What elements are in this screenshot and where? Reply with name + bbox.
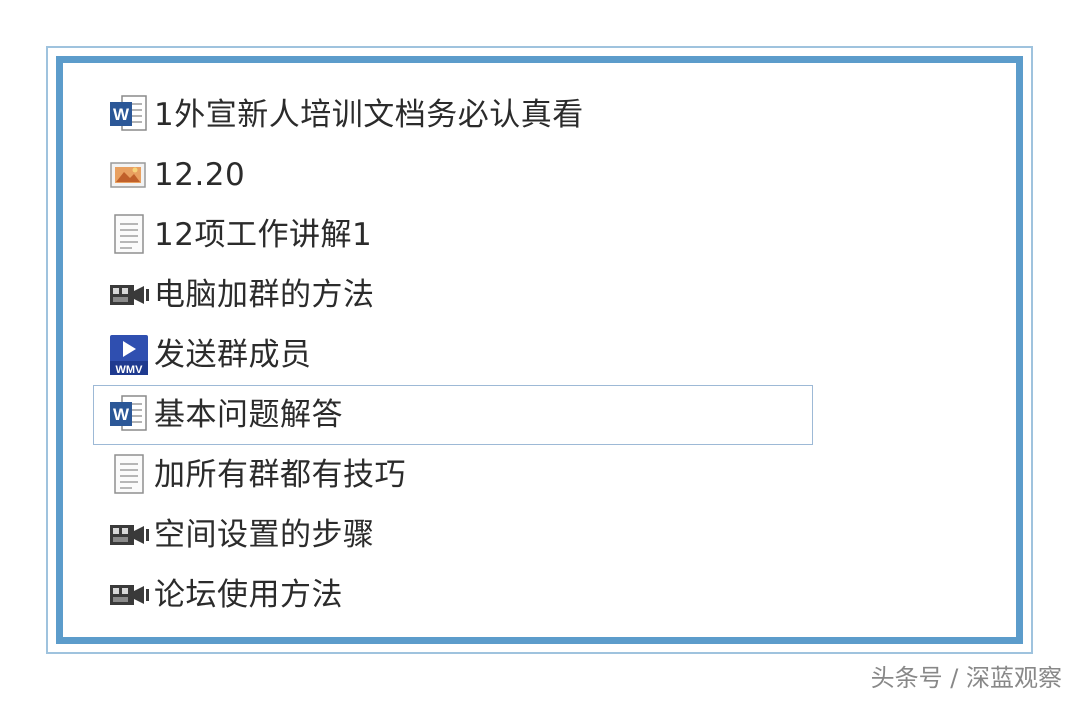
file-item[interactable]: 12.20 (93, 145, 813, 205)
word-doc-icon: W (108, 392, 154, 438)
file-list: W 1外宣新人培训文档务必认真看 12.20 12项工作讲解1 电脑加群的方法 … (93, 85, 813, 625)
svg-text:W: W (113, 105, 130, 124)
file-name: 基本问题解答 (154, 397, 343, 433)
file-name: 1外宣新人培训文档务必认真看 (154, 97, 584, 133)
file-item[interactable]: 加所有群都有技巧 (93, 445, 813, 505)
text-file-icon (108, 452, 154, 498)
word-doc-icon: W (108, 92, 154, 138)
file-item[interactable]: 电脑加群的方法 (93, 265, 813, 325)
video-camera-icon (108, 512, 154, 558)
file-name: 加所有群都有技巧 (154, 457, 406, 493)
file-item[interactable]: 空间设置的步骤 (93, 505, 813, 565)
image-file-icon (108, 152, 154, 198)
text-file-icon (108, 212, 154, 258)
file-name: 12项工作讲解1 (154, 217, 373, 253)
file-name: 空间设置的步骤 (154, 517, 375, 553)
wmv-file-icon: WMV (108, 332, 154, 378)
file-item[interactable]: W 1外宣新人培训文档务必认真看 (93, 85, 813, 145)
file-name: 发送群成员 (154, 337, 312, 373)
svg-text:WMV: WMV (116, 364, 144, 376)
file-item[interactable]: 12项工作讲解1 (93, 205, 813, 265)
window-inner-frame: W 1外宣新人培训文档务必认真看 12.20 12项工作讲解1 电脑加群的方法 … (56, 56, 1023, 644)
file-name: 论坛使用方法 (154, 577, 343, 613)
file-item-selected[interactable]: W 基本问题解答 (93, 385, 813, 445)
file-name: 电脑加群的方法 (154, 277, 375, 313)
video-camera-icon (108, 272, 154, 318)
file-item[interactable]: 论坛使用方法 (93, 565, 813, 625)
svg-text:W: W (113, 405, 130, 424)
watermark-text: 头条号 / 深蓝观察 (870, 664, 1062, 692)
video-camera-icon (108, 572, 154, 618)
file-item[interactable]: WMV 发送群成员 (93, 325, 813, 385)
window-outer-frame: W 1外宣新人培训文档务必认真看 12.20 12项工作讲解1 电脑加群的方法 … (46, 46, 1033, 654)
file-name: 12.20 (154, 157, 246, 193)
